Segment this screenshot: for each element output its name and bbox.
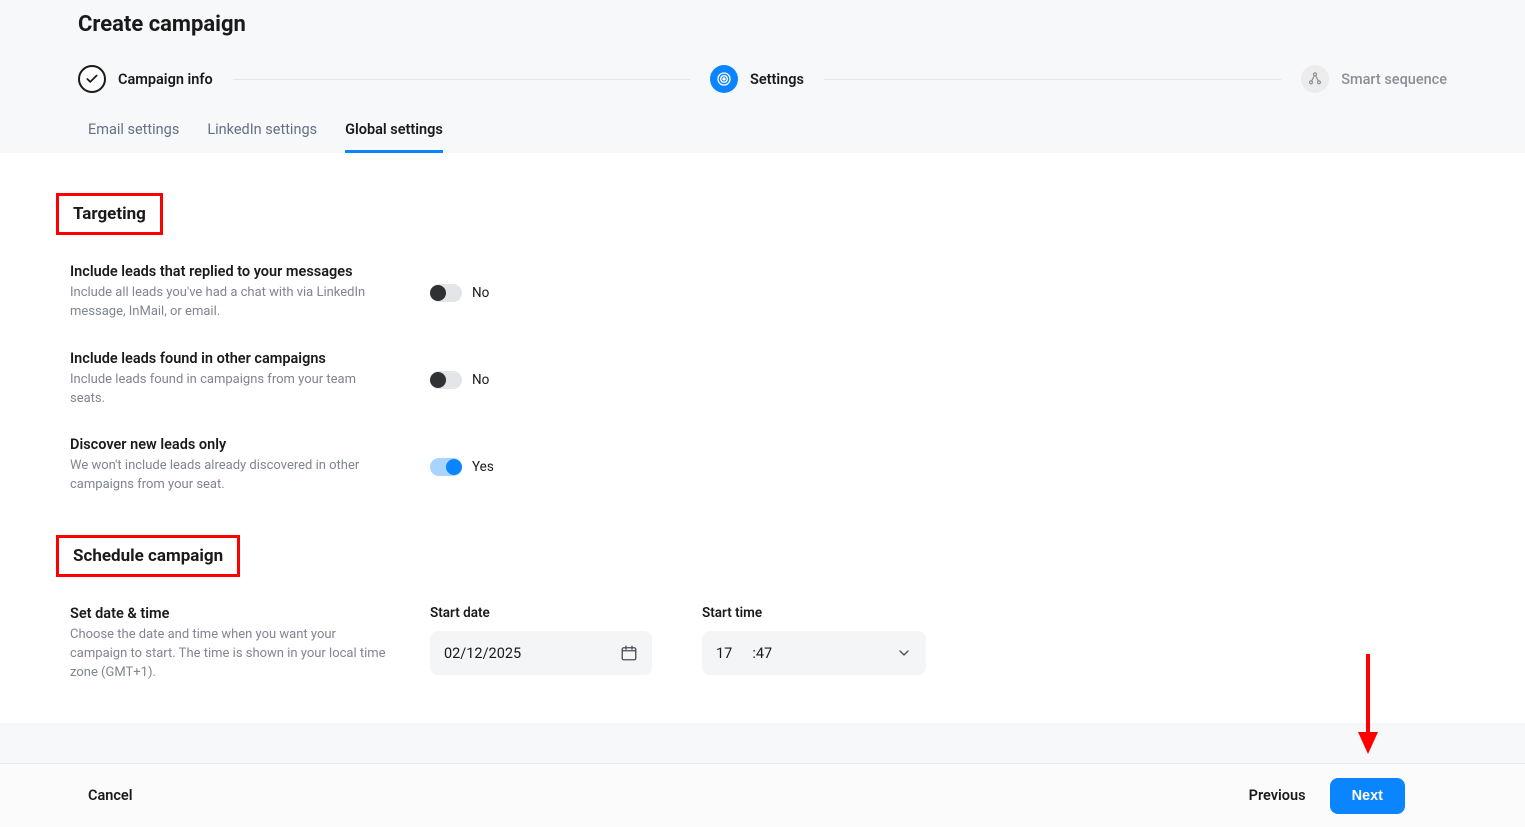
- toggle-discover-new[interactable]: [430, 458, 462, 476]
- step-campaign-info[interactable]: Campaign info: [78, 65, 213, 93]
- start-date-value: 02/12/2025: [444, 645, 521, 662]
- setting-title: Discover new leads only: [70, 436, 390, 453]
- settings-tabs: Email settings LinkedIn settings Global …: [78, 121, 1447, 153]
- start-date-input[interactable]: 02/12/2025: [430, 631, 652, 675]
- page-title: Create campaign: [78, 12, 1447, 37]
- cancel-button[interactable]: Cancel: [88, 787, 133, 804]
- stepper-line: [233, 79, 690, 80]
- step-label: Campaign info: [118, 71, 213, 88]
- start-date-label: Start date: [430, 605, 652, 621]
- setting-description: Choose the date and time when you want y…: [70, 626, 390, 683]
- setting-include-other-campaigns: Include leads found in other campaigns I…: [70, 350, 1447, 409]
- tab-global-settings[interactable]: Global settings: [345, 121, 443, 153]
- setting-description: Include all leads you've had a chat with…: [70, 284, 390, 322]
- setting-title: Set date & time: [70, 605, 390, 622]
- step-label: Settings: [750, 71, 804, 88]
- previous-button[interactable]: Previous: [1249, 787, 1306, 804]
- toggle-include-other[interactable]: [430, 371, 462, 389]
- toggle-value: No: [472, 372, 489, 388]
- target-icon: [710, 65, 738, 93]
- wizard-stepper: Campaign info Settings Smart sequence: [78, 65, 1447, 93]
- toggle-value: Yes: [472, 459, 494, 475]
- check-icon: [78, 65, 106, 93]
- step-smart-sequence[interactable]: Smart sequence: [1301, 65, 1447, 93]
- start-time-input[interactable]: 17 :47: [702, 631, 926, 675]
- setting-include-replied-leads: Include leads that replied to your messa…: [70, 263, 1447, 322]
- next-button[interactable]: Next: [1330, 778, 1405, 814]
- toggle-value: No: [472, 285, 489, 301]
- setting-description: We won't include leads already discovere…: [70, 457, 390, 495]
- stepper-line: [824, 79, 1281, 80]
- schedule-controls: Set date & time Choose the date and time…: [70, 605, 1447, 683]
- chevron-down-icon: [896, 645, 912, 661]
- start-time-label: Start time: [702, 605, 926, 621]
- annotation-highlight: Targeting: [56, 193, 163, 235]
- start-time-hour: 17: [716, 645, 732, 662]
- setting-title: Include leads found in other campaigns: [70, 350, 390, 367]
- step-settings[interactable]: Settings: [710, 65, 804, 93]
- setting-discover-new-only: Discover new leads only We won't include…: [70, 436, 1447, 495]
- setting-title: Include leads that replied to your messa…: [70, 263, 390, 280]
- graph-icon: [1301, 65, 1329, 93]
- annotation-highlight: Schedule campaign: [56, 535, 240, 577]
- section-heading-schedule: Schedule campaign: [59, 538, 237, 574]
- start-time-minute: :47: [752, 645, 772, 662]
- setting-description: Include leads found in campaigns from yo…: [70, 371, 390, 409]
- tab-linkedin-settings[interactable]: LinkedIn settings: [207, 121, 317, 153]
- section-heading-targeting: Targeting: [59, 196, 160, 232]
- calendar-icon: [620, 644, 638, 662]
- step-label: Smart sequence: [1341, 71, 1447, 88]
- wizard-footer: Cancel Previous Next: [0, 763, 1525, 827]
- toggle-include-replied[interactable]: [430, 284, 462, 302]
- tab-email-settings[interactable]: Email settings: [88, 121, 179, 153]
